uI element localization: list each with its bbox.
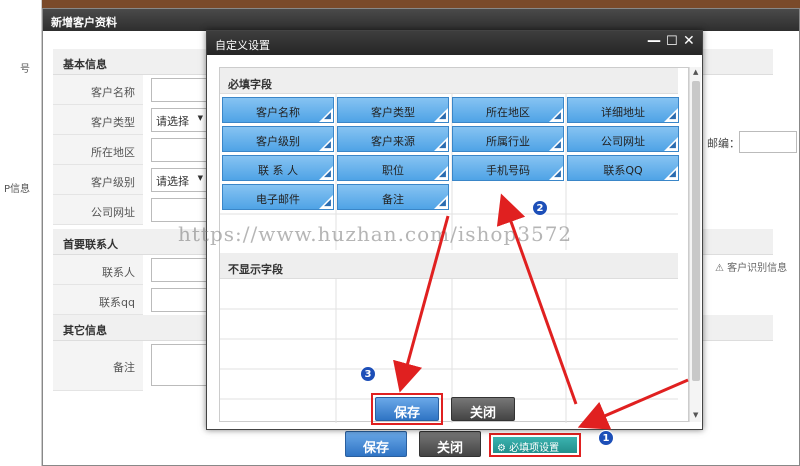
annotation-arrows [393, 193, 689, 430]
step-badge-2: 2 [532, 200, 548, 216]
step-badge-1: 1 [598, 430, 614, 446]
arrow-to-modal-save [393, 215, 450, 393]
arrow-to-required-area [496, 193, 578, 405]
arrow-to-required-settings [577, 378, 689, 430]
step-badge-3: 3 [360, 366, 376, 382]
